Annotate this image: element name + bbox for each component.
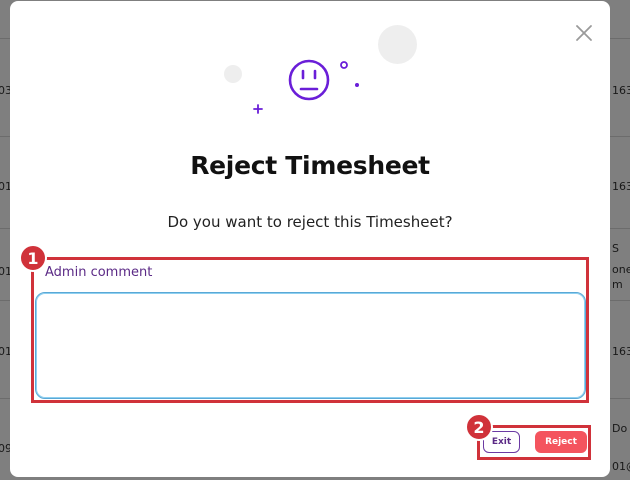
dialog-title: Reject Timesheet bbox=[190, 151, 430, 180]
close-icon[interactable] bbox=[574, 23, 594, 43]
reject-timesheet-dialog: Reject Timesheet Do you want to reject t… bbox=[10, 1, 610, 477]
annotation-box-2 bbox=[477, 425, 591, 460]
annotation-badge-2: 2 bbox=[465, 413, 493, 441]
decorative-circle bbox=[224, 65, 242, 83]
annotation-box-1 bbox=[31, 257, 589, 403]
annotation-badge-1: 1 bbox=[19, 244, 47, 272]
decorative-circle bbox=[378, 25, 417, 64]
neutral-face-icon bbox=[253, 59, 359, 114]
dialog-message: Do you want to reject this Timesheet? bbox=[167, 213, 453, 231]
